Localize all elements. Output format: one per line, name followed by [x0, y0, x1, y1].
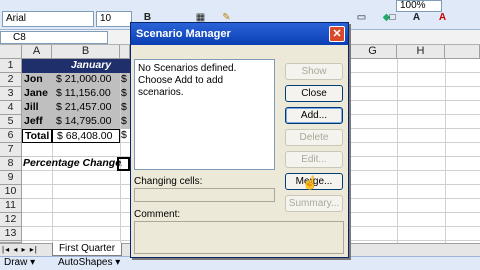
close-button[interactable]: Close: [285, 85, 343, 102]
autoshapes-menu[interactable]: AutoShapes ▾: [58, 257, 138, 269]
scenario-manager-dialog: Scenario Manager ✕ No Scenarios defined.…: [130, 22, 349, 258]
draw-menu[interactable]: Draw ▾: [4, 257, 54, 269]
cell-c-prefix[interactable]: $: [121, 73, 130, 87]
column-header-h[interactable]: H: [397, 45, 445, 59]
cell-amount[interactable]: $ 21,457.00: [52, 101, 120, 115]
active-cell-c8[interactable]: [117, 157, 130, 171]
cell-c-prefix[interactable]: $: [121, 101, 130, 115]
column-header-a[interactable]: A: [22, 45, 52, 59]
font-name-box[interactable]: Arial: [2, 11, 94, 27]
edit-button[interactable]: Edit...: [285, 151, 343, 168]
row-header[interactable]: 8: [0, 157, 22, 171]
delete-button[interactable]: Delete: [285, 129, 343, 146]
cell-a1[interactable]: [22, 59, 52, 73]
column-header-b[interactable]: B: [52, 45, 120, 59]
cell-amount[interactable]: $ 21,000.00: [52, 73, 120, 87]
gridline: [397, 59, 398, 259]
add-button[interactable]: Add...: [285, 107, 343, 124]
column-header-i[interactable]: [445, 45, 480, 59]
percentage-change-label[interactable]: Percentage Change:: [22, 157, 122, 171]
summary-button[interactable]: Summary...: [285, 195, 343, 212]
dialog-title-bar[interactable]: Scenario Manager: [131, 23, 348, 45]
row-header[interactable]: 10: [0, 185, 22, 199]
row-header[interactable]: 11: [0, 199, 22, 213]
column-header-c[interactable]: [120, 45, 130, 59]
changing-cells-field: [134, 188, 275, 202]
cell-c-prefix[interactable]: $: [121, 87, 130, 101]
borders-dropdown-icon[interactable]: □: [386, 11, 399, 25]
cell-name[interactable]: Jon: [22, 73, 52, 87]
row-header[interactable]: 4: [0, 101, 22, 115]
cell-total-amount[interactable]: $ 68,408.00: [52, 129, 120, 143]
row-header[interactable]: 3: [0, 87, 22, 101]
font-color-icon[interactable]: A: [436, 11, 449, 25]
font-name-value: Arial: [6, 13, 27, 24]
tab-scroll-arrows-icon[interactable]: |◂ ◂ ▸ ▸|: [2, 244, 50, 255]
zoom-value: 100%: [400, 0, 426, 11]
show-button[interactable]: Show: [285, 63, 343, 80]
tab-first-quarter[interactable]: First Quarter: [52, 243, 122, 256]
cell-amount[interactable]: $ 11,156.00: [52, 87, 120, 101]
cell-c-prefix[interactable]: $: [121, 115, 130, 129]
comment-label: Comment:: [134, 209, 181, 220]
scenarios-list[interactable]: No Scenarios defined. Choose Add to add …: [134, 59, 275, 170]
draw-label: Draw: [4, 257, 28, 268]
row-header[interactable]: 2: [0, 73, 22, 87]
column-header-g[interactable]: G: [349, 45, 397, 59]
cell-total-label[interactable]: Total: [22, 129, 52, 143]
no-scenarios-message: No Scenarios defined. Choose Add to add …: [138, 63, 237, 98]
font-size-box[interactable]: 10: [96, 11, 132, 27]
borders-icon[interactable]: ▭: [355, 11, 368, 25]
select-all-corner[interactable]: [0, 45, 22, 59]
changing-cells-label: Changing cells:: [134, 176, 203, 187]
gridline: [445, 59, 446, 259]
cell-name[interactable]: Jane: [22, 87, 52, 101]
fill-a-icon[interactable]: A: [410, 11, 423, 25]
name-box[interactable]: C8: [0, 31, 108, 44]
autoshapes-label: AutoShapes: [58, 257, 113, 268]
row-header[interactable]: 6: [0, 129, 22, 143]
cell-name[interactable]: Jill: [22, 101, 52, 115]
dialog-title: Scenario Manager: [136, 28, 231, 40]
name-box-value: C8: [13, 32, 26, 43]
row-header[interactable]: 1: [0, 59, 22, 73]
cell-january-header[interactable]: January: [52, 59, 130, 73]
row-header[interactable]: 7: [0, 143, 22, 157]
cell-name[interactable]: Jeff: [22, 115, 52, 129]
close-icon[interactable]: ✕: [329, 26, 345, 42]
cell-amount[interactable]: $ 14,795.00: [52, 115, 120, 129]
row-header[interactable]: 9: [0, 171, 22, 185]
hand-cursor-icon: ☝: [302, 175, 319, 190]
row-header[interactable]: 5: [0, 115, 22, 129]
row-header[interactable]: 13: [0, 227, 22, 241]
row-header[interactable]: 12: [0, 213, 22, 227]
cell-c-prefix[interactable]: $: [121, 129, 130, 143]
font-size-value: 10: [100, 13, 112, 24]
comment-field: [134, 221, 344, 254]
